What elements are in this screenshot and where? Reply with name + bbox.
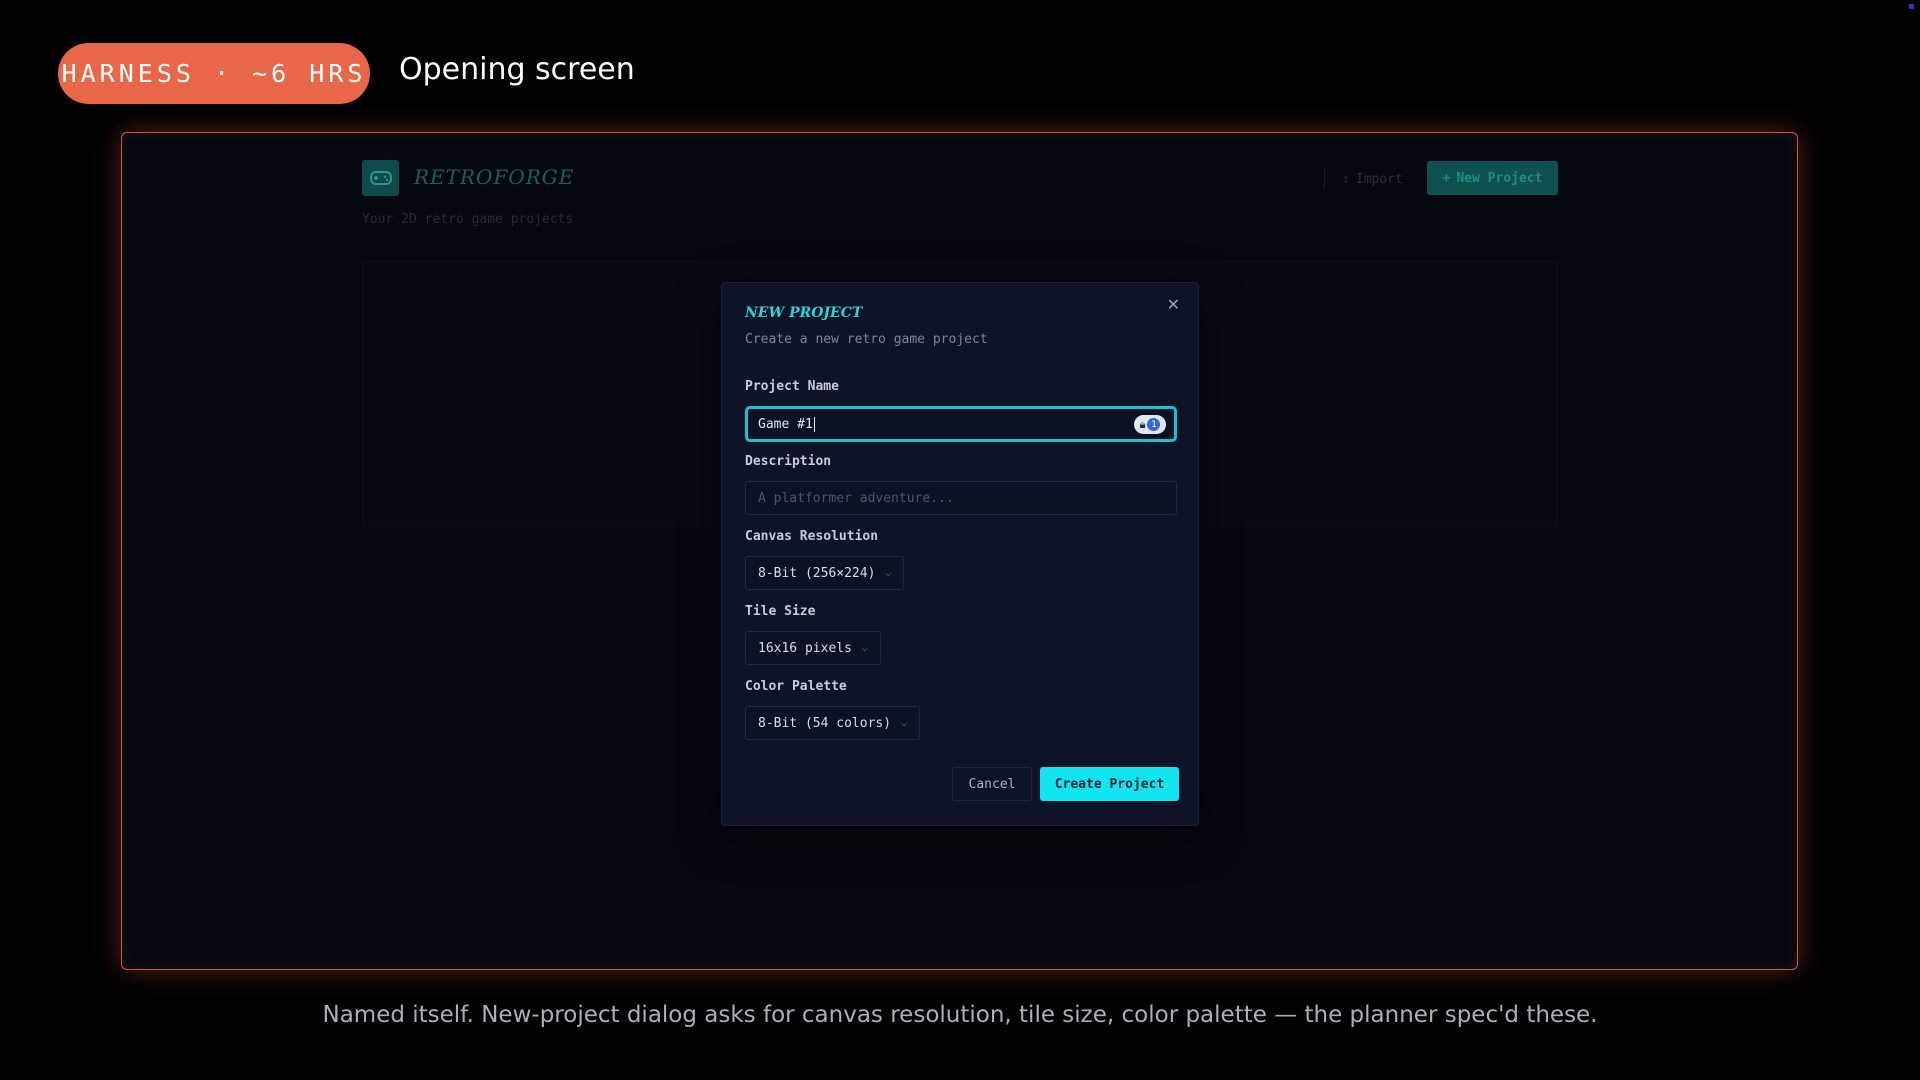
import-label: Import bbox=[1355, 171, 1403, 187]
import-button[interactable]: ⇪ Import bbox=[1336, 164, 1409, 194]
password-manager-icon[interactable]: 🔒︎ 1 bbox=[1134, 415, 1166, 434]
chevron-down-icon: ⌵ bbox=[901, 717, 908, 729]
dialog-title: NEW PROJECT bbox=[745, 305, 863, 321]
color-palette-label: Color Palette bbox=[745, 679, 847, 694]
canvas-resolution-label: Canvas Resolution bbox=[745, 529, 879, 544]
project-name-value: Game #1 bbox=[758, 416, 813, 432]
slide-caption: Named itself. New-project dialog asks fo… bbox=[322, 1002, 1598, 1028]
slide-title: Opening screen bbox=[399, 52, 635, 87]
color-palette-select[interactable]: 8-Bit (54 colors) ⌵ bbox=[745, 706, 921, 740]
dialog-subtitle: Create a new retro game project bbox=[745, 332, 988, 347]
canvas-resolution-select[interactable]: 8-Bit (256×224) ⌵ bbox=[745, 556, 905, 590]
new-project-dialog: ✕ NEW PROJECT Create a new retro game pr… bbox=[721, 282, 1199, 826]
project-name-label: Project Name bbox=[745, 379, 839, 394]
new-project-label: New Project bbox=[1456, 170, 1543, 186]
text-caret bbox=[813, 416, 815, 432]
app-name: RETROFORGE bbox=[414, 165, 575, 189]
project-name-input[interactable]: Game #1 🔒︎ 1 bbox=[745, 406, 1177, 442]
close-icon[interactable]: ✕ bbox=[1167, 295, 1180, 314]
tile-size-value: 16x16 pixels bbox=[758, 640, 852, 656]
corner-marker bbox=[1909, 4, 1914, 9]
canvas-resolution-value: 8-Bit (256×224) bbox=[758, 565, 876, 581]
create-project-button[interactable]: Create Project bbox=[1040, 767, 1179, 801]
app-subtitle: Your 2D retro game projects bbox=[362, 212, 574, 227]
lock-icon: 🔒︎ bbox=[1139, 417, 1146, 431]
description-input[interactable]: A platformer adventure... bbox=[745, 481, 1177, 515]
app-screenshot-frame: RETROFORGE Your 2D retro game projects ⇪… bbox=[121, 132, 1798, 970]
color-palette-value: 8-Bit (54 colors) bbox=[758, 715, 892, 731]
plus-icon: + bbox=[1442, 170, 1451, 186]
harness-badge: HARNESS · ~6 HRS bbox=[58, 43, 370, 104]
tile-size-label: Tile Size bbox=[745, 604, 816, 619]
info-icon: 1 bbox=[1147, 418, 1161, 431]
cancel-button[interactable]: Cancel bbox=[952, 767, 1032, 801]
chevron-down-icon: ⌵ bbox=[861, 642, 868, 654]
tile-size-select[interactable]: 16x16 pixels ⌵ bbox=[745, 631, 881, 665]
upload-icon: ⇪ bbox=[1342, 171, 1350, 187]
description-label: Description bbox=[745, 454, 832, 469]
new-project-button[interactable]: + New Project bbox=[1427, 161, 1558, 195]
header-divider bbox=[1324, 168, 1325, 190]
chevron-down-icon: ⌵ bbox=[885, 567, 892, 579]
gamepad-icon bbox=[362, 160, 399, 196]
